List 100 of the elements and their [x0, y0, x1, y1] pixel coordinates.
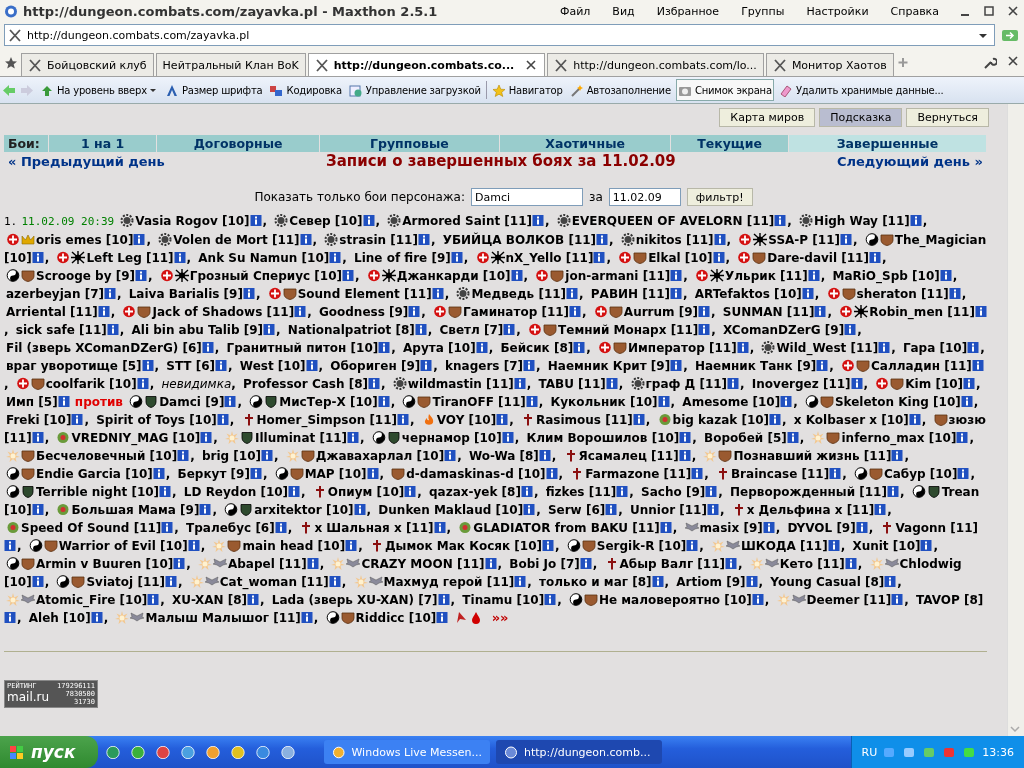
info-icon[interactable] — [329, 251, 342, 264]
player-name[interactable]: Перворожденный — [730, 485, 856, 499]
player-name[interactable]: Сабур — [883, 467, 926, 481]
player-name[interactable]: Unnior — [629, 503, 676, 517]
info-icon[interactable] — [801, 287, 814, 300]
player-name[interactable]: Джавахарлал — [315, 449, 413, 463]
player-name[interactable]: West — [239, 359, 274, 373]
menu-item[interactable]: Настройки — [806, 4, 869, 18]
info-icon[interactable] — [691, 467, 704, 480]
info-icon[interactable] — [431, 287, 444, 300]
page-button[interactable]: Подсказка — [819, 108, 903, 127]
info-icon[interactable] — [294, 305, 307, 318]
player-name[interactable]: Damci — [159, 395, 201, 409]
info-icon[interactable] — [444, 449, 457, 462]
info-icon[interactable] — [362, 214, 375, 227]
info-icon[interactable] — [496, 413, 509, 426]
info-icon[interactable] — [736, 341, 749, 354]
info-icon[interactable] — [347, 431, 360, 444]
player-name[interactable]: Lada (зверь XU-XAN) — [271, 593, 415, 607]
player-name[interactable]: brig — [201, 449, 230, 463]
player-name[interactable]: Ясамалец — [578, 449, 647, 463]
info-icon[interactable] — [960, 395, 973, 408]
info-icon[interactable] — [520, 485, 533, 498]
player-name[interactable]: Riddicc — [355, 611, 405, 625]
player-name[interactable]: Kim — [905, 377, 932, 391]
player-name[interactable]: Наемник Крит — [547, 359, 647, 373]
info-icon[interactable] — [670, 269, 683, 282]
info-icon[interactable] — [827, 539, 840, 552]
player-name[interactable]: Темний Монарх — [558, 323, 667, 337]
player-name[interactable]: sick safe — [15, 323, 75, 337]
player-name[interactable]: Braincase — [730, 467, 798, 481]
info-icon[interactable] — [542, 539, 555, 552]
address-field[interactable]: http://dungeon.combats.com/zayavka.pl — [4, 24, 995, 46]
info-icon[interactable] — [420, 359, 433, 372]
player-name[interactable]: Bobi Jo — [509, 557, 557, 571]
info-icon[interactable] — [408, 305, 421, 318]
info-icon[interactable] — [751, 593, 764, 606]
player-name[interactable]: ARTefaktos — [694, 287, 770, 301]
info-icon[interactable] — [353, 503, 366, 516]
player-name[interactable]: Север — [289, 214, 331, 228]
info-icon[interactable] — [136, 377, 149, 390]
player-name[interactable]: Ульрик — [725, 269, 776, 283]
info-icon[interactable] — [173, 251, 186, 264]
info-icon[interactable] — [891, 449, 904, 462]
browser-tab[interactable]: http://dungeon.combats.co... — [307, 53, 546, 76]
player-name[interactable]: Джанкарди — [396, 269, 479, 283]
player-name[interactable]: SUNMAN — [722, 305, 783, 319]
info-icon[interactable] — [886, 485, 899, 498]
player-name[interactable]: невидимка — [161, 377, 232, 391]
player-name[interactable]: Illuminat — [255, 431, 316, 445]
player-name[interactable]: EVERQUEEN OF AVELORN — [571, 214, 743, 228]
player-name[interactable]: High Way — [814, 214, 878, 228]
player-name[interactable]: Познавший жизнь — [733, 449, 860, 463]
info-icon[interactable] — [686, 539, 699, 552]
player-name[interactable]: Беркут — [177, 467, 227, 481]
toolbar-button[interactable]: Управление загрузкой — [346, 79, 483, 101]
info-icon[interactable] — [920, 539, 933, 552]
date-field[interactable]: 11.02.09 — [608, 188, 681, 206]
toolbar-button[interactable]: Размер шрифта — [162, 79, 265, 101]
player-name[interactable]: Armored Saint — [402, 214, 501, 228]
player-name[interactable]: ШКОДА — [741, 539, 796, 553]
info-icon[interactable] — [523, 359, 535, 372]
quick-launch-icon[interactable] — [104, 745, 122, 759]
info-icon[interactable] — [503, 323, 516, 336]
quick-launch-icon[interactable] — [254, 745, 272, 759]
player-name[interactable]: Atomic_Fire — [36, 593, 116, 607]
toolbar-button[interactable]: На уровень вверх — [38, 79, 160, 101]
player-name[interactable]: Rasimous — [535, 413, 601, 427]
page-button[interactable]: Карта миров — [719, 108, 816, 127]
info-icon[interactable] — [698, 305, 711, 318]
menu-item[interactable]: Группы — [741, 4, 785, 18]
info-icon[interactable] — [261, 449, 274, 462]
info-icon[interactable] — [328, 575, 341, 588]
player-name[interactable]: XU-XAN — [172, 593, 224, 607]
info-icon[interactable] — [532, 214, 545, 227]
player-name[interactable]: Vasia Rogov — [135, 214, 218, 228]
info-icon[interactable] — [670, 287, 682, 300]
player-name[interactable]: Xunit — [852, 539, 889, 553]
player-name[interactable]: Sergik-R — [596, 539, 655, 553]
info-icon[interactable] — [484, 557, 497, 570]
info-icon[interactable] — [436, 611, 449, 624]
info-icon[interactable] — [878, 341, 891, 354]
info-icon[interactable] — [475, 341, 488, 354]
player-name[interactable]: TABU — [538, 377, 574, 391]
player-name[interactable]: Artiom — [676, 575, 723, 589]
info-icon[interactable] — [679, 431, 692, 444]
player-name[interactable]: Обориген — [330, 359, 397, 373]
player-name[interactable]: Aurrum — [623, 305, 675, 319]
player-name[interactable]: Armin v Buuren — [36, 557, 142, 571]
player-name[interactable]: Farmazone — [585, 467, 660, 481]
info-icon[interactable] — [659, 521, 672, 534]
player-name[interactable]: jon-armani — [565, 269, 639, 283]
character-field[interactable]: Damci — [471, 188, 583, 206]
player-name[interactable]: qazax-yek — [428, 485, 498, 499]
info-icon[interactable] — [173, 557, 186, 570]
info-icon[interactable] — [569, 305, 582, 318]
player-name[interactable]: Scrooge by — [36, 269, 112, 283]
player-name[interactable]: masix — [699, 521, 740, 535]
player-name[interactable]: d-damaskinas-d — [406, 467, 514, 481]
info-icon[interactable] — [957, 467, 970, 480]
